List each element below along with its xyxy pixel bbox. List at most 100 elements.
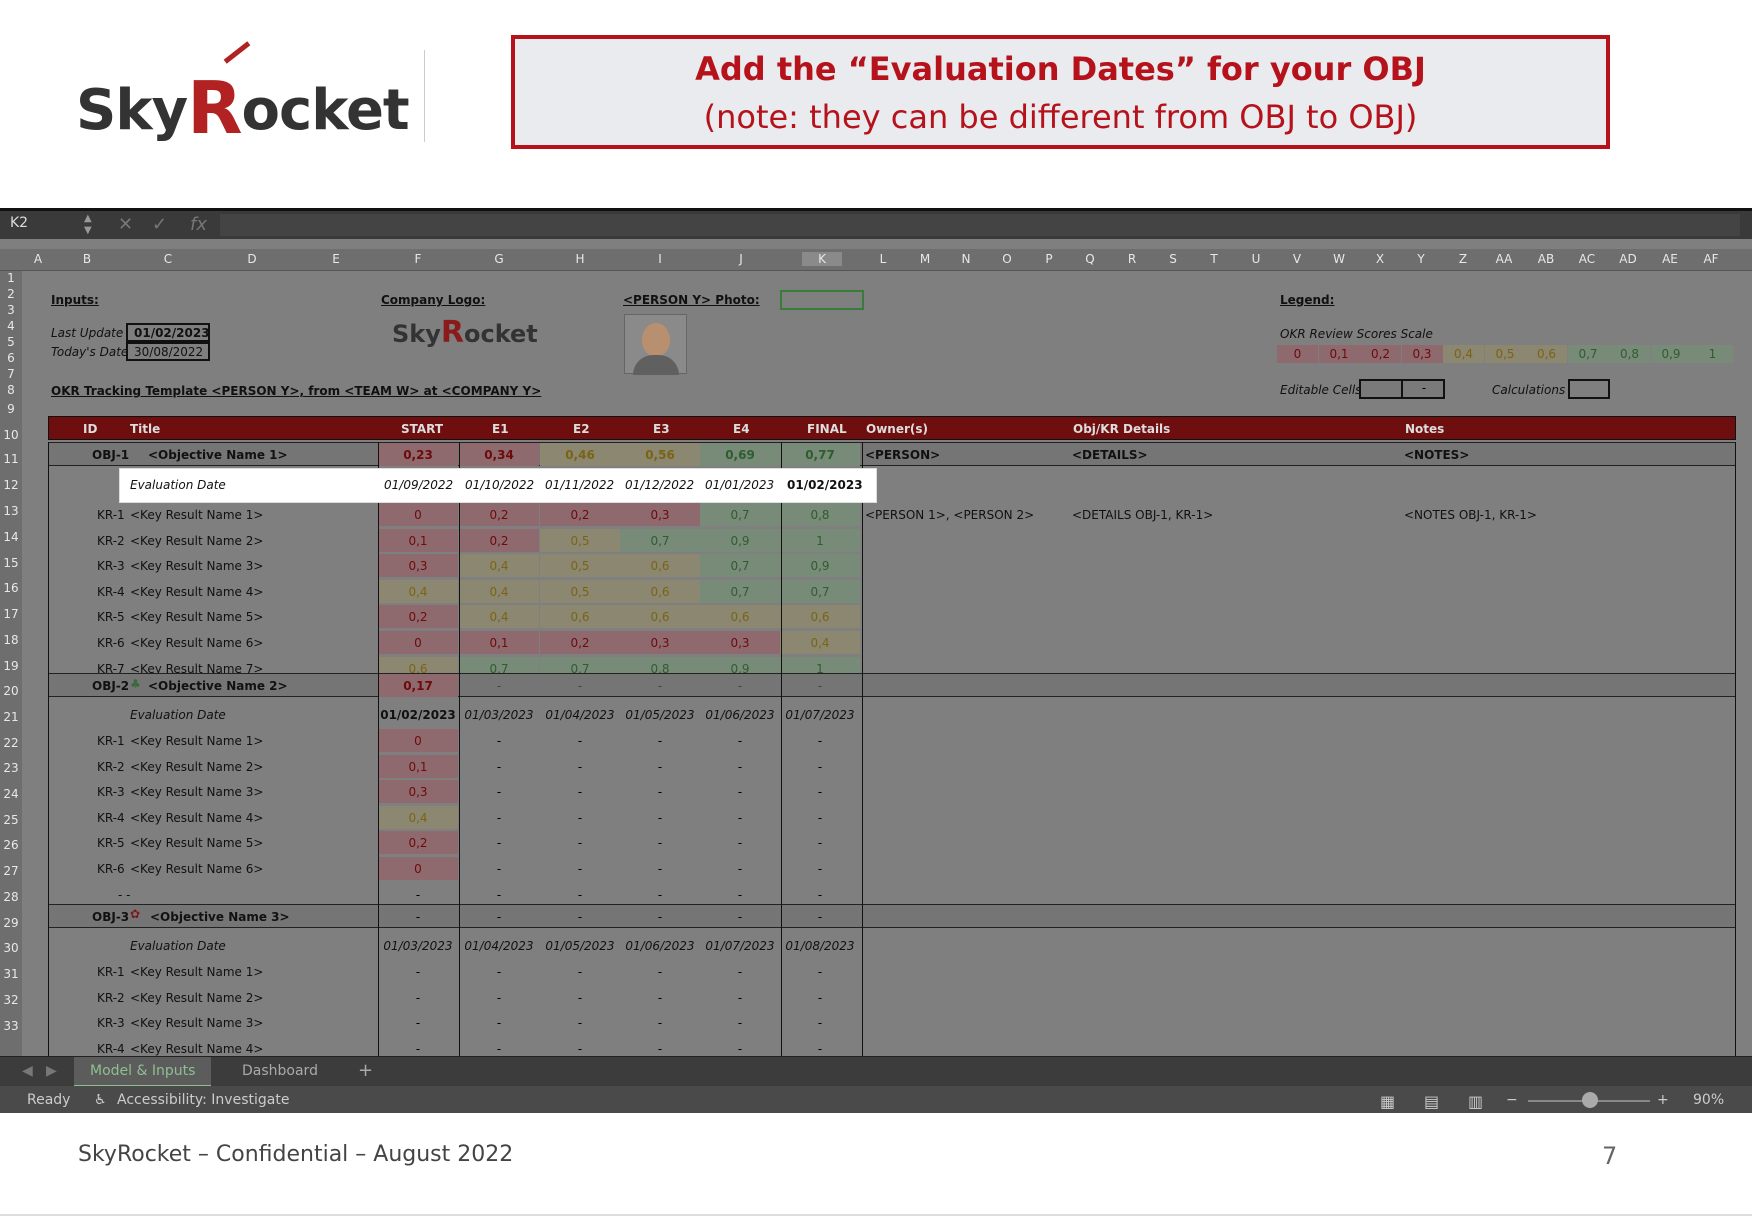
- row-header-25[interactable]: 25: [0, 813, 22, 827]
- last-update-value[interactable]: 01/02/2023: [126, 323, 210, 342]
- kr-score-empty[interactable]: -: [620, 960, 700, 983]
- kr-score-empty[interactable]: -: [780, 806, 860, 829]
- row-header-31[interactable]: 31: [0, 967, 22, 981]
- kr-score-empty[interactable]: -: [700, 755, 780, 778]
- kr-score-empty[interactable]: -: [378, 1011, 458, 1034]
- kr-score[interactable]: 0,7: [700, 503, 780, 526]
- obj2-eval-date[interactable]: 01/05/2023: [620, 703, 700, 726]
- kr-score-empty[interactable]: -: [459, 986, 539, 1009]
- row-header-18[interactable]: 18: [0, 633, 22, 647]
- kr-score[interactable]: 0,6: [620, 579, 700, 603]
- kr-score[interactable]: 0,2: [459, 528, 539, 552]
- kr-score[interactable]: 0,4: [459, 579, 539, 603]
- kr-name[interactable]: <Key Result Name 6>: [130, 636, 263, 650]
- kr-score-empty[interactable]: -: [620, 729, 700, 752]
- column-header-m[interactable]: M: [914, 252, 936, 266]
- obj2-eval-date[interactable]: 01/06/2023: [700, 703, 780, 726]
- column-header-d[interactable]: D: [232, 252, 272, 266]
- column-header-u[interactable]: U: [1245, 252, 1267, 266]
- column-header-e[interactable]: E: [316, 252, 356, 266]
- kr-name[interactable]: <Key Result Name 1>: [130, 965, 263, 979]
- row-header-12[interactable]: 12: [0, 478, 22, 492]
- column-header-p[interactable]: P: [1038, 252, 1060, 266]
- column-header-s[interactable]: S: [1162, 252, 1184, 266]
- kr-score[interactable]: 0,4: [459, 605, 539, 629]
- row-header-10[interactable]: 10: [0, 428, 22, 442]
- page-layout-icon[interactable]: ▤: [1424, 1092, 1439, 1111]
- column-header-r[interactable]: R: [1121, 252, 1143, 266]
- column-header-f[interactable]: F: [398, 252, 438, 266]
- obj1-details[interactable]: <DETAILS>: [1072, 448, 1148, 462]
- kr-score[interactable]: 0,4: [459, 554, 539, 578]
- obj1-eval-date-e4[interactable]: 01/01/2023: [705, 478, 774, 492]
- column-header-j[interactable]: J: [721, 252, 761, 266]
- row-header-30[interactable]: 30: [0, 941, 22, 955]
- zoom-slider-thumb[interactable]: [1582, 1092, 1598, 1108]
- kr-score-empty[interactable]: -: [378, 986, 458, 1009]
- row-header-14[interactable]: 14: [0, 530, 22, 544]
- kr-score[interactable]: 0,3: [700, 631, 780, 654]
- row-header-11[interactable]: 11: [0, 452, 22, 466]
- row-header-29[interactable]: 29: [0, 916, 22, 930]
- column-header-i[interactable]: I: [640, 252, 680, 266]
- kr-score[interactable]: 0,3: [620, 631, 700, 654]
- kr-score-empty[interactable]: -: [540, 780, 620, 803]
- obj3-eval-date[interactable]: 01/03/2023: [378, 934, 458, 957]
- obj3-eval-date[interactable]: 01/05/2023: [540, 934, 620, 957]
- kr-score-empty[interactable]: -: [780, 831, 860, 854]
- kr-score[interactable]: 0: [378, 503, 458, 526]
- kr-score[interactable]: 0,7: [700, 579, 780, 603]
- kr-name[interactable]: <Key Result Name 2>: [130, 760, 263, 774]
- column-header-k[interactable]: K: [802, 252, 842, 266]
- kr-name[interactable]: <Key Result Name 4>: [130, 585, 263, 599]
- obj1-notes[interactable]: <NOTES>: [1404, 448, 1469, 462]
- kr-name[interactable]: <Key Result Name 1>: [130, 508, 263, 522]
- row-header-3[interactable]: 3: [0, 303, 22, 317]
- kr-score-empty[interactable]: -: [459, 831, 539, 854]
- kr-score[interactable]: 0,7: [620, 528, 700, 552]
- obj1-eval-date-e2[interactable]: 01/11/2022: [545, 478, 614, 492]
- column-header-a[interactable]: A: [32, 252, 44, 266]
- row-header-7[interactable]: 7: [0, 367, 22, 381]
- kr-score[interactable]: 0,2: [459, 503, 539, 526]
- kr-name[interactable]: <Key Result Name 4>: [130, 1042, 263, 1056]
- row-header-33[interactable]: 33: [0, 1019, 22, 1033]
- zoom-out-button[interactable]: −: [1506, 1092, 1518, 1108]
- obj3-eval-date[interactable]: 01/07/2023: [700, 934, 780, 957]
- kr-score-empty[interactable]: -: [459, 1011, 539, 1034]
- obj2-name[interactable]: <Objective Name 2>: [148, 679, 288, 693]
- kr-score[interactable]: 0,3: [378, 554, 458, 578]
- row-header-19[interactable]: 19: [0, 659, 22, 673]
- row-header-9[interactable]: 9: [0, 402, 22, 416]
- column-header-h[interactable]: H: [560, 252, 600, 266]
- kr-score-empty[interactable]: -: [459, 960, 539, 983]
- kr-score[interactable]: 0,2: [540, 503, 620, 526]
- kr-score-empty[interactable]: -: [540, 986, 620, 1009]
- column-header-l[interactable]: L: [872, 252, 894, 266]
- obj2-eval-date[interactable]: 01/04/2023: [540, 703, 620, 726]
- kr-notes[interactable]: <NOTES OBJ-1, KR-1>: [1404, 508, 1537, 522]
- column-header-ac[interactable]: AC: [1576, 252, 1598, 266]
- obj2-eval-date[interactable]: 01/03/2023: [459, 703, 539, 726]
- kr-score-empty[interactable]: -: [620, 986, 700, 1009]
- obj3-eval-date[interactable]: 01/04/2023: [459, 934, 539, 957]
- kr-score[interactable]: 0,5: [540, 554, 620, 578]
- row-header-32[interactable]: 32: [0, 993, 22, 1007]
- row-header-2[interactable]: 2: [0, 287, 22, 301]
- normal-view-icon[interactable]: ▦: [1380, 1092, 1395, 1111]
- kr-score[interactable]: 0,1: [378, 528, 458, 552]
- zoom-slider[interactable]: [1528, 1092, 1650, 1108]
- fx-icon[interactable]: fx: [190, 214, 207, 235]
- kr-name[interactable]: <Key Result Name 2>: [130, 991, 263, 1005]
- column-header-af[interactable]: AF: [1700, 252, 1722, 266]
- kr-score-empty[interactable]: -: [780, 780, 860, 803]
- column-header-ab[interactable]: AB: [1535, 252, 1557, 266]
- kr-score[interactable]: 0,2: [540, 631, 620, 654]
- kr-score-empty[interactable]: -: [540, 1011, 620, 1034]
- kr-name[interactable]: <Key Result Name 3>: [130, 1016, 263, 1030]
- kr-score[interactable]: 0,7: [700, 554, 780, 578]
- column-header-aa[interactable]: AA: [1493, 252, 1515, 266]
- row-header-13[interactable]: 13: [0, 504, 22, 518]
- kr-score-empty[interactable]: -: [459, 755, 539, 778]
- kr-name[interactable]: <Key Result Name 1>: [130, 734, 263, 748]
